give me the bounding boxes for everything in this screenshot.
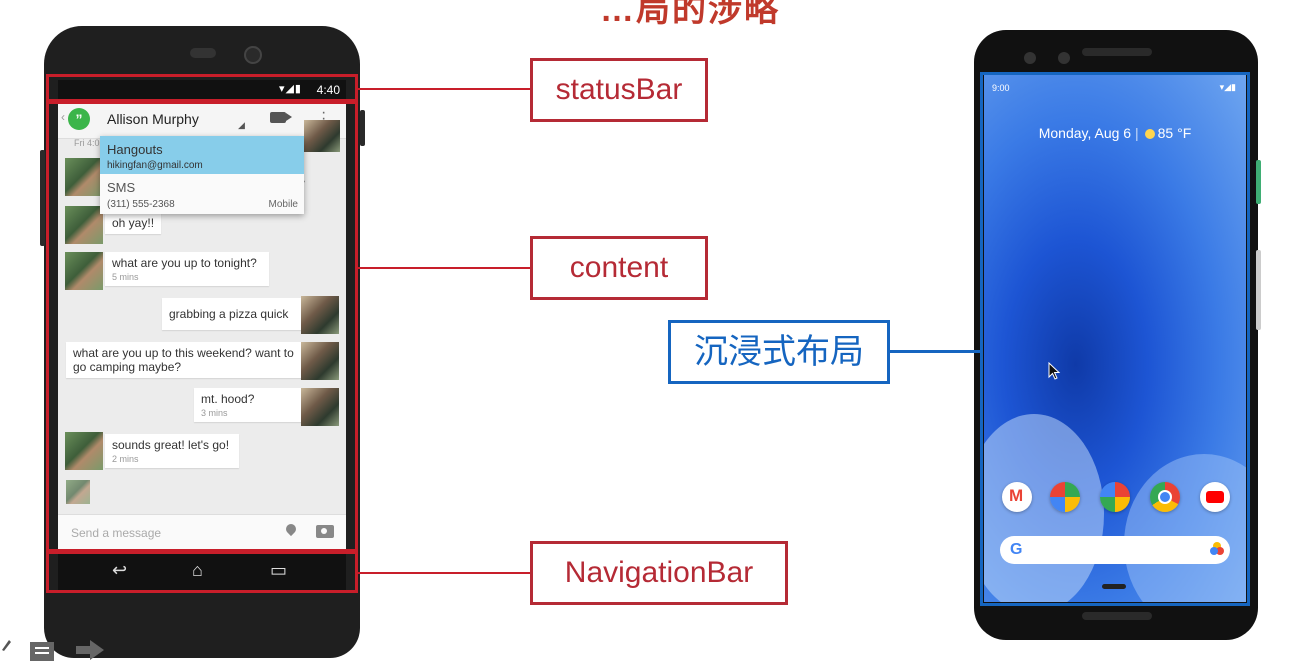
power-button — [1256, 160, 1261, 204]
phone-speaker — [1082, 48, 1152, 56]
slide-title-fragment: …局的涉略 — [600, 0, 780, 29]
notes-icon[interactable] — [30, 642, 54, 661]
navigationbar-connector — [358, 572, 530, 574]
front-camera — [1024, 52, 1036, 64]
statusbar-connector — [358, 88, 530, 90]
mouse-cursor-icon — [1048, 362, 1061, 380]
phone-volume-button — [40, 150, 45, 246]
volume-button — [1256, 250, 1261, 330]
content-connector — [358, 267, 530, 269]
immersive-label: 沉浸式布局 — [668, 320, 890, 384]
immersive-connector — [890, 350, 982, 353]
phone-speaker — [190, 48, 216, 58]
dropdown-item-tag: Mobile — [268, 199, 298, 210]
immersive-highlight — [980, 72, 1250, 606]
front-sensor — [1058, 52, 1070, 64]
statusbar-highlight — [46, 74, 358, 102]
content-label: content — [530, 236, 708, 300]
dropdown-item-title: SMS — [107, 180, 136, 195]
dropdown-item-hangouts[interactable]: Hangouts hikingfan@gmail.com — [100, 136, 304, 174]
navigationbar-label: NavigationBar — [530, 541, 788, 605]
statusbar-label: statusBar — [530, 58, 708, 122]
phone-side-button — [360, 110, 365, 146]
dropdown-item-subtitle: (311) 555-2368 — [107, 199, 175, 210]
forward-arrow-icon[interactable] — [74, 638, 106, 666]
contact-method-dropdown: Hangouts hikingfan@gmail.com SMS (311) 5… — [100, 136, 304, 214]
dropdown-item-subtitle: hikingfan@gmail.com — [107, 160, 203, 171]
dropdown-item-sms[interactable]: SMS (311) 555-2368 Mobile — [100, 174, 304, 214]
pen-icon[interactable] — [0, 636, 12, 652]
navigationbar-highlight — [46, 551, 358, 593]
phone-camera — [244, 46, 262, 64]
dropdown-item-title: Hangouts — [107, 142, 163, 157]
bottom-speaker — [1082, 612, 1152, 620]
